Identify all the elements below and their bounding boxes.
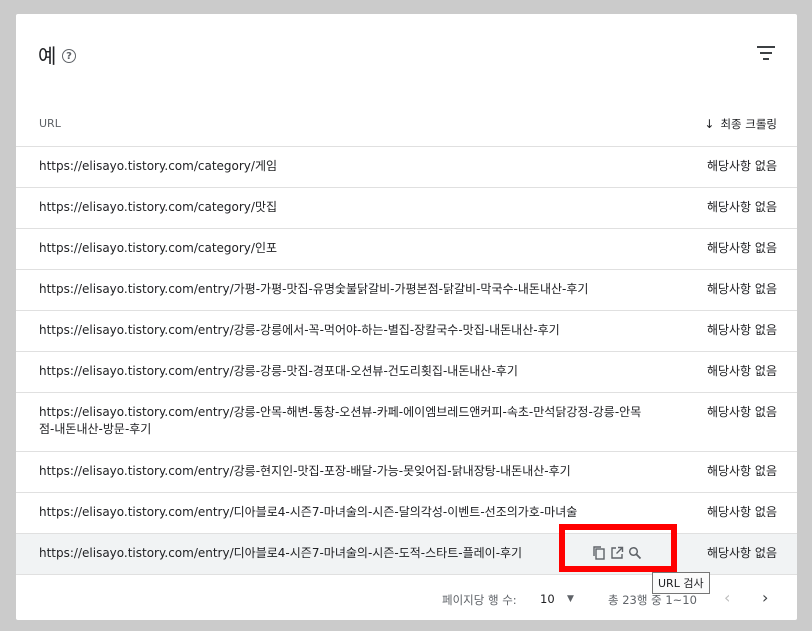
row-url[interactable]: https://elisayo.tistory.com/entry/강릉-강릉에… — [39, 322, 649, 339]
search-icon[interactable] — [628, 546, 642, 560]
copy-icon[interactable] — [592, 546, 606, 560]
row-url[interactable]: https://elisayo.tistory.com/category/게임 — [39, 158, 649, 175]
table-row[interactable]: https://elisayo.tistory.com/entry/가평-가평-… — [16, 270, 797, 311]
row-last-crawl: 해당사항 없음 — [706, 364, 777, 378]
next-page-button[interactable]: › — [762, 588, 768, 607]
row-url[interactable]: https://elisayo.tistory.com/category/맛집 — [39, 199, 649, 216]
row-last-crawl: 해당사항 없음 — [706, 464, 777, 478]
row-last-crawl: 해당사항 없음 — [706, 159, 777, 173]
table-header: URL ↓ 최종 크롤링 — [16, 102, 797, 147]
row-url[interactable]: https://elisayo.tistory.com/entry/디아블로4-… — [39, 545, 649, 562]
row-last-crawl: 해당사항 없음 — [706, 505, 777, 519]
row-url[interactable]: https://elisayo.tistory.com/entry/강릉-현지인… — [39, 463, 649, 480]
dropdown-caret-icon[interactable]: ▼ — [567, 594, 574, 604]
table-row-hovered[interactable]: https://elisayo.tistory.com/entry/디아블로4-… — [16, 534, 797, 575]
rows-per-page-label: 페이지당 행 수: — [442, 593, 517, 607]
table-row[interactable]: https://elisayo.tistory.com/category/맛집 … — [16, 188, 797, 229]
card-header: 예 ? — [16, 14, 797, 94]
screen-backdrop: 예 ? URL ↓ 최종 크롤링 https://elisayo.tistory.… — [0, 0, 812, 631]
table-row[interactable]: https://elisayo.tistory.com/entry/디아블로4-… — [16, 493, 797, 534]
column-header-url[interactable]: URL — [39, 117, 61, 130]
pagination-range: 총 23행 중 1~10 — [608, 593, 697, 607]
row-last-crawl: 해당사항 없음 — [706, 282, 777, 296]
row-url[interactable]: https://elisayo.tistory.com/entry/강릉-안목-… — [39, 404, 649, 438]
row-url[interactable]: https://elisayo.tistory.com/entry/디아블로4-… — [39, 504, 649, 521]
table-row[interactable]: https://elisayo.tistory.com/category/인포 … — [16, 229, 797, 270]
row-url[interactable]: https://elisayo.tistory.com/entry/강릉-강릉-… — [39, 363, 649, 380]
column-header-last-crawl[interactable]: ↓ 최종 크롤링 — [704, 116, 777, 132]
open-in-new-icon[interactable] — [610, 546, 624, 560]
table-row[interactable]: https://elisayo.tistory.com/entry/강릉-강릉에… — [16, 311, 797, 352]
results-card: 예 ? URL ↓ 최종 크롤링 https://elisayo.tistory.… — [16, 14, 797, 620]
row-last-crawl: 해당사항 없음 — [706, 546, 777, 560]
row-last-crawl: 해당사항 없음 — [706, 200, 777, 214]
table-row[interactable]: https://elisayo.tistory.com/category/게임 … — [16, 147, 797, 188]
sort-arrow-down-icon: ↓ — [704, 117, 715, 131]
help-circle-icon[interactable]: ? — [62, 49, 76, 63]
url-table: URL ↓ 최종 크롤링 https://elisayo.tistory.com/… — [16, 102, 797, 575]
row-last-crawl: 해당사항 없음 — [706, 241, 777, 255]
previous-page-button[interactable]: ‹ — [724, 588, 730, 607]
card-title: 예 — [38, 44, 57, 68]
table-row[interactable]: https://elisayo.tistory.com/entry/강릉-강릉-… — [16, 352, 797, 393]
url-inspect-tooltip: URL 검사 — [652, 572, 710, 594]
rows-per-page-select[interactable]: 10 — [540, 592, 555, 606]
row-url[interactable]: https://elisayo.tistory.com/category/인포 — [39, 240, 649, 257]
table-row[interactable]: https://elisayo.tistory.com/entry/강릉-현지인… — [16, 452, 797, 493]
row-last-crawl: 해당사항 없음 — [706, 323, 777, 337]
row-last-crawl: 해당사항 없음 — [706, 405, 777, 419]
row-url[interactable]: https://elisayo.tistory.com/entry/가평-가평-… — [39, 281, 649, 298]
filter-icon[interactable] — [757, 46, 775, 60]
row-action-icons — [592, 546, 642, 560]
table-row[interactable]: https://elisayo.tistory.com/entry/강릉-안목-… — [16, 393, 797, 452]
